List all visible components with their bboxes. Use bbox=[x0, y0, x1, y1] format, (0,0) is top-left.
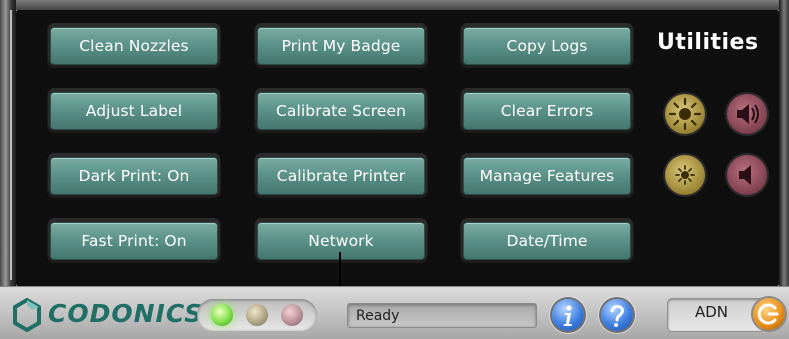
calibrate-screen-button[interactable]: Calibrate Screen bbox=[257, 92, 425, 130]
codonics-logo: CODONICS bbox=[12, 297, 202, 333]
sun-large-icon bbox=[668, 97, 702, 131]
fast-print-button[interactable]: Fast Print: On bbox=[50, 222, 218, 260]
page-title: Utilities bbox=[657, 30, 759, 55]
brightness-down-button[interactable] bbox=[665, 155, 705, 195]
dark-print-button[interactable]: Dark Print: On bbox=[50, 157, 218, 195]
warning-led bbox=[246, 304, 268, 326]
print-my-badge-button[interactable]: Print My Badge bbox=[257, 27, 425, 65]
codonics-hex-icon bbox=[13, 297, 41, 333]
error-led bbox=[281, 304, 303, 326]
network-button[interactable]: Network bbox=[257, 222, 425, 260]
info-button[interactable] bbox=[552, 299, 584, 331]
speaker-loud-icon bbox=[737, 104, 759, 124]
logout-icon bbox=[757, 303, 779, 325]
ready-led bbox=[211, 304, 233, 326]
sun-small-icon bbox=[675, 165, 695, 185]
speaker-quiet-icon bbox=[739, 165, 751, 185]
date-time-button[interactable]: Date/Time bbox=[463, 222, 631, 260]
device-frame: Clean Nozzles Print My Badge Copy Logs A… bbox=[0, 0, 789, 339]
calibrate-printer-button[interactable]: Calibrate Printer bbox=[257, 157, 425, 195]
current-user: ADN bbox=[695, 303, 729, 321]
brightness-up-button[interactable] bbox=[665, 94, 705, 134]
logout-button[interactable] bbox=[753, 298, 785, 330]
status-lights bbox=[197, 299, 317, 331]
help-button[interactable] bbox=[601, 299, 633, 331]
brand-name: CODONICS bbox=[48, 299, 204, 328]
right-bezel bbox=[779, 0, 789, 290]
left-bezel bbox=[0, 0, 16, 290]
status-field: Ready bbox=[347, 303, 537, 328]
manage-features-button[interactable]: Manage Features bbox=[463, 157, 631, 195]
info-icon bbox=[563, 305, 572, 326]
top-bezel bbox=[0, 0, 789, 10]
adjust-label-button[interactable]: Adjust Label bbox=[50, 92, 218, 130]
volume-down-button[interactable] bbox=[727, 155, 767, 195]
copy-logs-button[interactable]: Copy Logs bbox=[463, 27, 631, 65]
volume-up-button[interactable] bbox=[727, 94, 767, 134]
help-icon bbox=[610, 305, 624, 327]
clear-errors-button[interactable]: Clear Errors bbox=[463, 92, 631, 130]
clean-nozzles-button[interactable]: Clean Nozzles bbox=[50, 27, 218, 65]
